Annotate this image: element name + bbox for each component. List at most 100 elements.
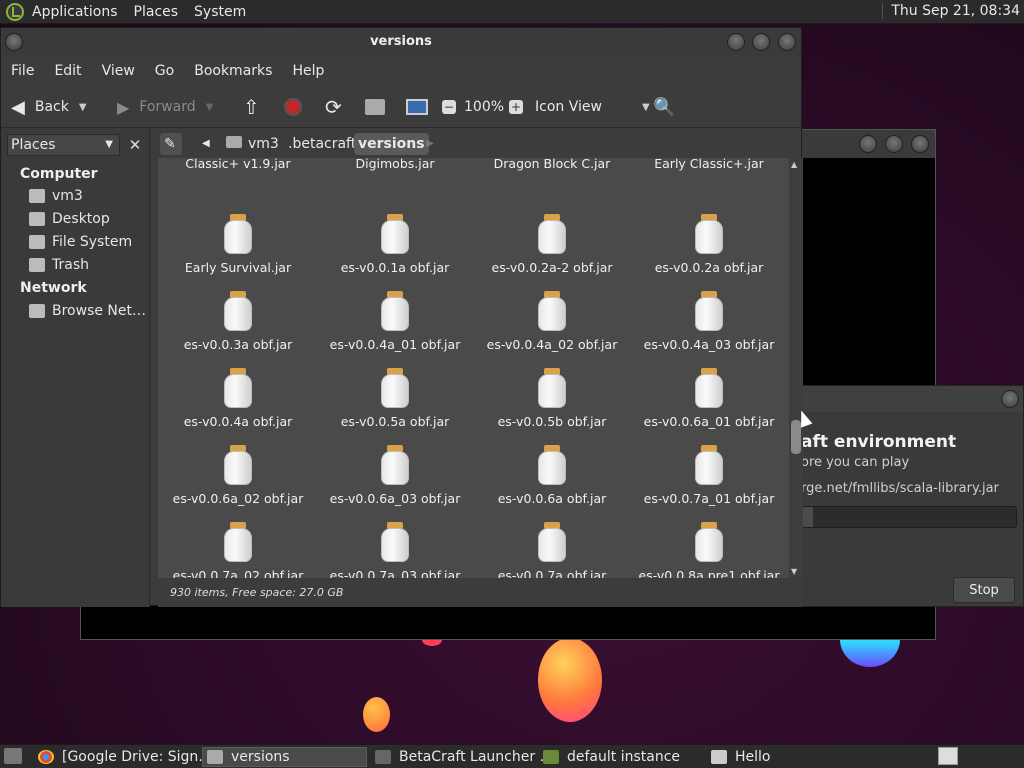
- zoom-in-icon[interactable]: +: [509, 86, 523, 128]
- file-item[interactable]: Early Survival.jar: [160, 214, 316, 275]
- back-button[interactable]: ◀ Back ▼: [11, 86, 87, 128]
- file-item[interactable]: es-v0.0.7a_03 obf.jar: [317, 522, 473, 578]
- file-item[interactable]: Early Classic+.jar: [631, 158, 787, 171]
- minimize-icon[interactable]: [727, 33, 745, 51]
- file-item[interactable]: es-v0.0.6a_01 obf.jar: [631, 368, 787, 429]
- file-name: es-v0.0.5b obf.jar: [497, 414, 607, 429]
- vertical-scrollbar[interactable]: ▲ ▼: [789, 158, 803, 578]
- workspace-switcher-icon[interactable]: [938, 747, 958, 765]
- path-bar: ✎ ◀ vm3 .betacraft versions ▶: [158, 128, 803, 158]
- task-label: default instance: [567, 749, 681, 765]
- forward-history-dropdown-icon[interactable]: ▼: [206, 102, 214, 113]
- file-item[interactable]: Classic+ v1.9.jar: [160, 158, 316, 171]
- file-item[interactable]: es-v0.0.4a_01 obf.jar: [317, 291, 473, 352]
- close-icon[interactable]: [1001, 390, 1019, 408]
- drive-icon: [29, 235, 45, 249]
- menu-bookmarks[interactable]: Bookmarks: [184, 63, 282, 79]
- maximize-icon[interactable]: [752, 33, 770, 51]
- side-pane: Places ▼ ✕ Computer vm3 Desktop File Sys…: [1, 128, 150, 607]
- file-item[interactable]: es-v0.0.4a_02 obf.jar: [474, 291, 630, 352]
- file-item[interactable]: Digimobs.jar: [317, 158, 473, 171]
- stop-button[interactable]: Stop: [953, 577, 1015, 603]
- menu-places[interactable]: Places: [126, 4, 187, 20]
- side-pane-selector[interactable]: Places ▼: [7, 134, 120, 156]
- launcher-download-url: rge.net/fmllibs/scala-library.jar: [801, 481, 999, 496]
- file-item[interactable]: es-v0.0.7a_01 obf.jar: [631, 445, 787, 506]
- launcher-titlebar[interactable]: [783, 386, 1023, 412]
- menu-go[interactable]: Go: [145, 63, 184, 79]
- forward-button[interactable]: ▶ Forward ▼: [117, 86, 213, 128]
- file-item[interactable]: es-v0.0.8a pre1 obf.jar: [631, 522, 787, 578]
- file-item[interactable]: es-v0.0.6a obf.jar: [474, 445, 630, 506]
- task-hello[interactable]: Hello: [711, 747, 771, 767]
- sidebar-item-label: File System: [52, 234, 133, 250]
- view-mode-select[interactable]: Icon View ▼: [535, 86, 650, 128]
- up-arrow-icon[interactable]: ⇧: [243, 86, 260, 128]
- back-label: Back: [34, 99, 69, 115]
- zoom-out-icon[interactable]: −: [442, 86, 456, 128]
- file-name: es-v0.0.1a obf.jar: [340, 260, 450, 275]
- minecraft-icon: [543, 750, 559, 764]
- file-item[interactable]: es-v0.0.2a-2 obf.jar: [474, 214, 630, 275]
- file-item[interactable]: es-v0.0.2a obf.jar: [631, 214, 787, 275]
- jar-file-icon: [536, 445, 568, 487]
- menu-file[interactable]: File: [1, 63, 44, 79]
- file-name: es-v0.0.4a_03 obf.jar: [643, 337, 775, 352]
- file-item[interactable]: es-v0.0.5a obf.jar: [317, 368, 473, 429]
- sidebar-item-file-system[interactable]: File System: [29, 234, 132, 250]
- jar-file-icon: [379, 291, 411, 333]
- home-icon[interactable]: [365, 86, 385, 128]
- breadcrumb-versions[interactable]: versions: [354, 133, 429, 155]
- close-icon[interactable]: [911, 135, 929, 153]
- stop-icon[interactable]: [284, 86, 302, 128]
- menu-help[interactable]: Help: [282, 63, 334, 79]
- file-item[interactable]: es-v0.0.6a_02 obf.jar: [160, 445, 316, 506]
- window-titlebar[interactable]: versions: [1, 28, 801, 56]
- computer-icon[interactable]: [406, 86, 428, 128]
- file-name: Dragon Block C.jar: [493, 158, 611, 171]
- breadcrumb-betacraft[interactable]: .betacraft: [284, 133, 360, 155]
- sidebar-item-desktop[interactable]: Desktop: [29, 211, 110, 227]
- window-menu-icon[interactable]: [5, 33, 23, 51]
- menu-system[interactable]: System: [186, 4, 254, 20]
- file-icon-view[interactable]: Classic+ v1.9.jar Digimobs.jar Dragon Bloc…: [158, 158, 789, 578]
- menu-applications[interactable]: Applications: [24, 4, 126, 20]
- file-item[interactable]: es-v0.0.7a_02 obf.jar: [160, 522, 316, 578]
- file-item[interactable]: es-v0.0.4a_03 obf.jar: [631, 291, 787, 352]
- task-google-drive[interactable]: [Google Drive: Sign…: [38, 747, 212, 767]
- reload-icon[interactable]: ⟳: [325, 86, 342, 128]
- task-betacraft-launcher[interactable]: BetaCraft Launcher …: [375, 747, 554, 767]
- close-icon[interactable]: [778, 33, 796, 51]
- sidebar-item-vm3[interactable]: vm3: [29, 188, 83, 204]
- close-side-pane-icon[interactable]: ✕: [125, 134, 145, 156]
- back-history-dropdown-icon[interactable]: ▼: [79, 102, 87, 113]
- task-default-instance[interactable]: default instance: [543, 747, 680, 767]
- show-desktop-icon[interactable]: [4, 748, 22, 764]
- network-icon: [29, 304, 45, 318]
- home-folder-icon: [29, 189, 45, 203]
- sidebar-item-trash[interactable]: Trash: [29, 257, 89, 273]
- distro-logo-icon[interactable]: [6, 2, 24, 21]
- file-item[interactable]: es-v0.0.4a obf.jar: [160, 368, 316, 429]
- file-item[interactable]: es-v0.0.6a_03 obf.jar: [317, 445, 473, 506]
- file-item[interactable]: Dragon Block C.jar: [474, 158, 630, 171]
- breadcrumb-vm3[interactable]: vm3: [222, 133, 283, 155]
- file-item[interactable]: es-v0.0.5b obf.jar: [474, 368, 630, 429]
- file-item[interactable]: es-v0.0.1a obf.jar: [317, 214, 473, 275]
- minimize-icon[interactable]: [859, 135, 877, 153]
- path-scroll-left-icon[interactable]: ◀: [198, 133, 214, 155]
- jar-file-icon: [222, 368, 254, 410]
- task-versions[interactable]: versions: [202, 747, 367, 767]
- clock[interactable]: Thu Sep 21, 08:34: [882, 3, 1020, 19]
- path-scroll-right-icon[interactable]: ▶: [422, 133, 438, 155]
- scroll-down-icon[interactable]: ▼: [791, 567, 797, 576]
- sidebar-item-browse-network[interactable]: Browse Net…: [29, 303, 146, 319]
- file-item[interactable]: es-v0.0.7a obf.jar: [474, 522, 630, 578]
- scroll-up-icon[interactable]: ▲: [791, 160, 797, 169]
- menu-edit[interactable]: Edit: [44, 63, 91, 79]
- menu-view[interactable]: View: [92, 63, 145, 79]
- file-item[interactable]: es-v0.0.3a obf.jar: [160, 291, 316, 352]
- maximize-icon[interactable]: [885, 135, 903, 153]
- search-icon[interactable]: 🔍: [653, 86, 675, 128]
- edit-location-icon[interactable]: ✎: [160, 133, 182, 155]
